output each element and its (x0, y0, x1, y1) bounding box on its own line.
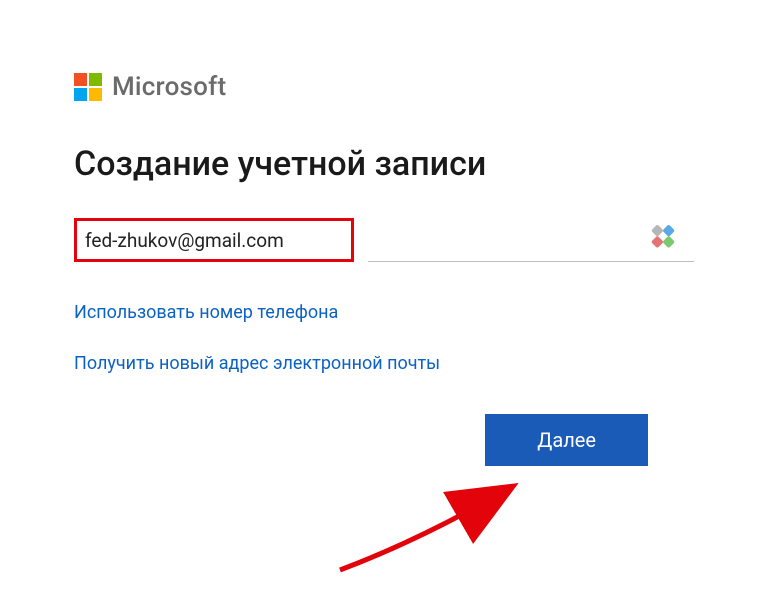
brand-row: Microsoft (74, 72, 694, 102)
email-input[interactable] (74, 218, 354, 262)
signup-card: Microsoft Создание учетной записи Исполь… (0, 0, 768, 466)
page-title: Создание учетной записи (74, 144, 694, 184)
use-phone-link[interactable]: Использовать номер телефона (74, 302, 338, 323)
get-new-email-link[interactable]: Получить новый адрес электронной почты (74, 353, 440, 374)
extension-icon[interactable] (647, 221, 678, 252)
actions-row: Далее (74, 414, 694, 466)
microsoft-logo-icon (74, 73, 102, 101)
email-row (74, 218, 694, 262)
annotation-arrow-icon (330, 470, 540, 580)
input-underline (368, 218, 694, 262)
next-button[interactable]: Далее (485, 414, 648, 466)
brand-name: Microsoft (112, 72, 226, 102)
